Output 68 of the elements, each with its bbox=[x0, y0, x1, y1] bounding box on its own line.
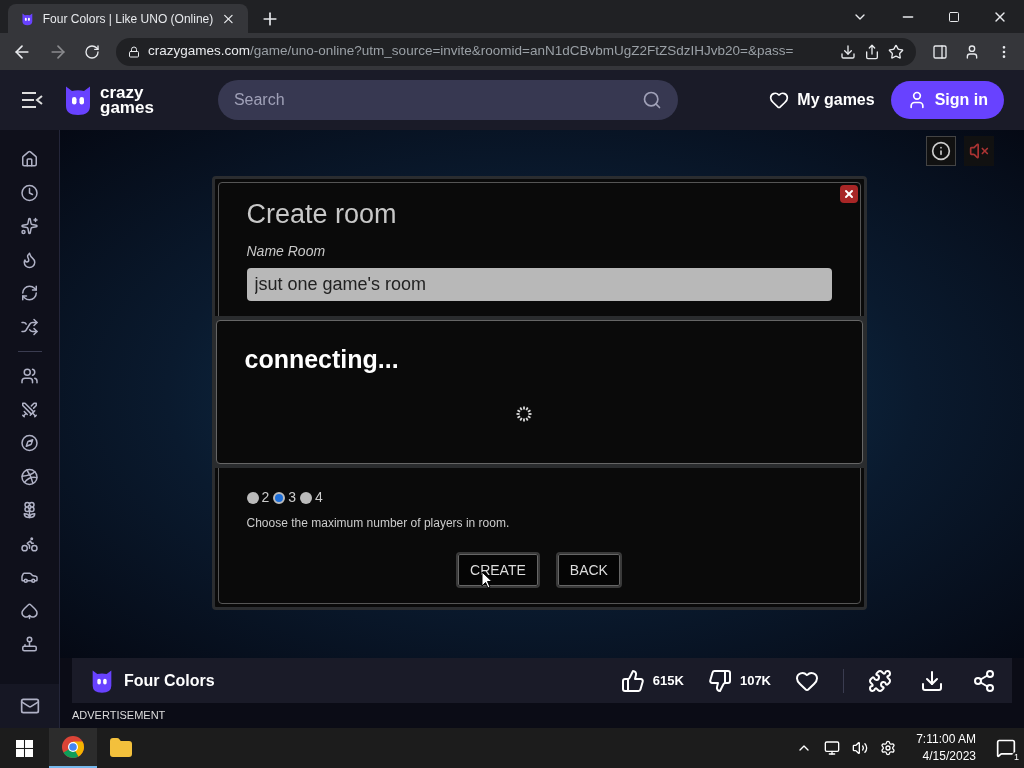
sign-in-button[interactable]: Sign in bbox=[890, 81, 1004, 119]
network-icon[interactable] bbox=[824, 740, 841, 756]
sparkles-icon[interactable] bbox=[20, 217, 39, 235]
side-panel-icon[interactable] bbox=[932, 43, 948, 60]
profile-icon[interactable] bbox=[964, 43, 980, 60]
radio-label: 4 bbox=[315, 488, 323, 507]
radio-button[interactable] bbox=[300, 491, 313, 504]
hint-text: Choose the maximum number of players in room. bbox=[246, 515, 511, 532]
close-icon bbox=[842, 188, 855, 200]
dislike-count: 107K bbox=[739, 671, 771, 690]
address-bar[interactable]: crazygames.com/game/uno-online?utm_source=invite&roomid=anN1dCBvbmUgZ2FtZSdzIHJvb20=&pass= bbox=[116, 37, 916, 66]
refresh-icon[interactable] bbox=[20, 284, 39, 302]
compass-icon[interactable] bbox=[20, 434, 39, 453]
lock-icon bbox=[128, 45, 140, 58]
spinner-icon bbox=[515, 404, 533, 423]
info-icon[interactable] bbox=[931, 141, 951, 161]
status-text: connecting... bbox=[244, 344, 400, 375]
radio-button[interactable] bbox=[273, 491, 286, 504]
joystick-icon[interactable] bbox=[20, 635, 39, 654]
settings-icon[interactable] bbox=[880, 740, 897, 756]
menu-icon[interactable] bbox=[20, 90, 44, 110]
clock-icon[interactable] bbox=[20, 183, 39, 202]
mail-icon[interactable] bbox=[19, 696, 40, 717]
cyclist-icon[interactable] bbox=[20, 534, 39, 553]
star-icon[interactable] bbox=[888, 43, 904, 60]
radio-button[interactable] bbox=[246, 491, 259, 504]
restore-icon[interactable] bbox=[948, 10, 960, 23]
dialog-title: Create room bbox=[246, 199, 398, 229]
logo-text: games bbox=[100, 100, 154, 115]
chrome-icon[interactable] bbox=[61, 735, 85, 759]
basketball-icon[interactable] bbox=[20, 467, 39, 486]
folder-icon[interactable] bbox=[109, 736, 133, 760]
install-icon[interactable] bbox=[840, 43, 856, 60]
search-field[interactable]: Search bbox=[217, 80, 678, 120]
ad-label: ADVERTISEMENT bbox=[72, 708, 166, 724]
notification-count: 1 bbox=[1012, 752, 1021, 762]
radio-label: 2 bbox=[261, 488, 270, 507]
room-name-field[interactable]: jsut one game's room bbox=[246, 268, 832, 301]
home-icon[interactable] bbox=[20, 150, 39, 168]
reload-icon[interactable] bbox=[84, 43, 100, 60]
dialog-button[interactable]: BACK bbox=[555, 552, 622, 588]
puzzle-icon[interactable] bbox=[868, 668, 892, 693]
browser-tab[interactable]: Four Colors | Like UNO (Online) bbox=[8, 4, 248, 33]
search-icon[interactable] bbox=[641, 90, 662, 110]
url-text: crazygames.com/game/uno-online?utm_source=invite&roomid=anN1dCBvbmUgZ2FtZSdzIHJvb20=&pass= bbox=[148, 42, 795, 61]
clock-date: 4/15/2023 bbox=[922, 748, 976, 765]
thumbs-up-icon[interactable] bbox=[620, 668, 645, 693]
radio-label: 3 bbox=[288, 488, 297, 507]
windows-start-icon[interactable] bbox=[16, 739, 33, 757]
dialog-button[interactable]: CREATE bbox=[456, 552, 540, 588]
clock-time: 7:11:00 AM bbox=[916, 731, 976, 748]
share-icon[interactable] bbox=[972, 668, 996, 693]
thumbs-down-icon[interactable] bbox=[707, 668, 732, 693]
tab-title: Four Colors | Like UNO (Online) bbox=[42, 10, 214, 28]
volume-icon[interactable] bbox=[852, 740, 869, 756]
my-games-button[interactable]: My games bbox=[769, 88, 875, 112]
shuffle-icon[interactable] bbox=[20, 317, 39, 336]
notifications-icon[interactable] bbox=[996, 738, 1016, 758]
like-count: 615K bbox=[652, 671, 684, 690]
close-button[interactable] bbox=[839, 185, 858, 203]
download-icon[interactable] bbox=[920, 668, 944, 693]
game-title: Four Colors bbox=[124, 670, 215, 691]
heart-icon bbox=[769, 90, 790, 110]
logo-text: crazy bbox=[100, 85, 145, 100]
people-icon[interactable] bbox=[20, 367, 39, 386]
share-icon[interactable] bbox=[864, 43, 880, 60]
mute-icon[interactable] bbox=[969, 141, 989, 161]
field-label: Name Room bbox=[246, 242, 327, 261]
